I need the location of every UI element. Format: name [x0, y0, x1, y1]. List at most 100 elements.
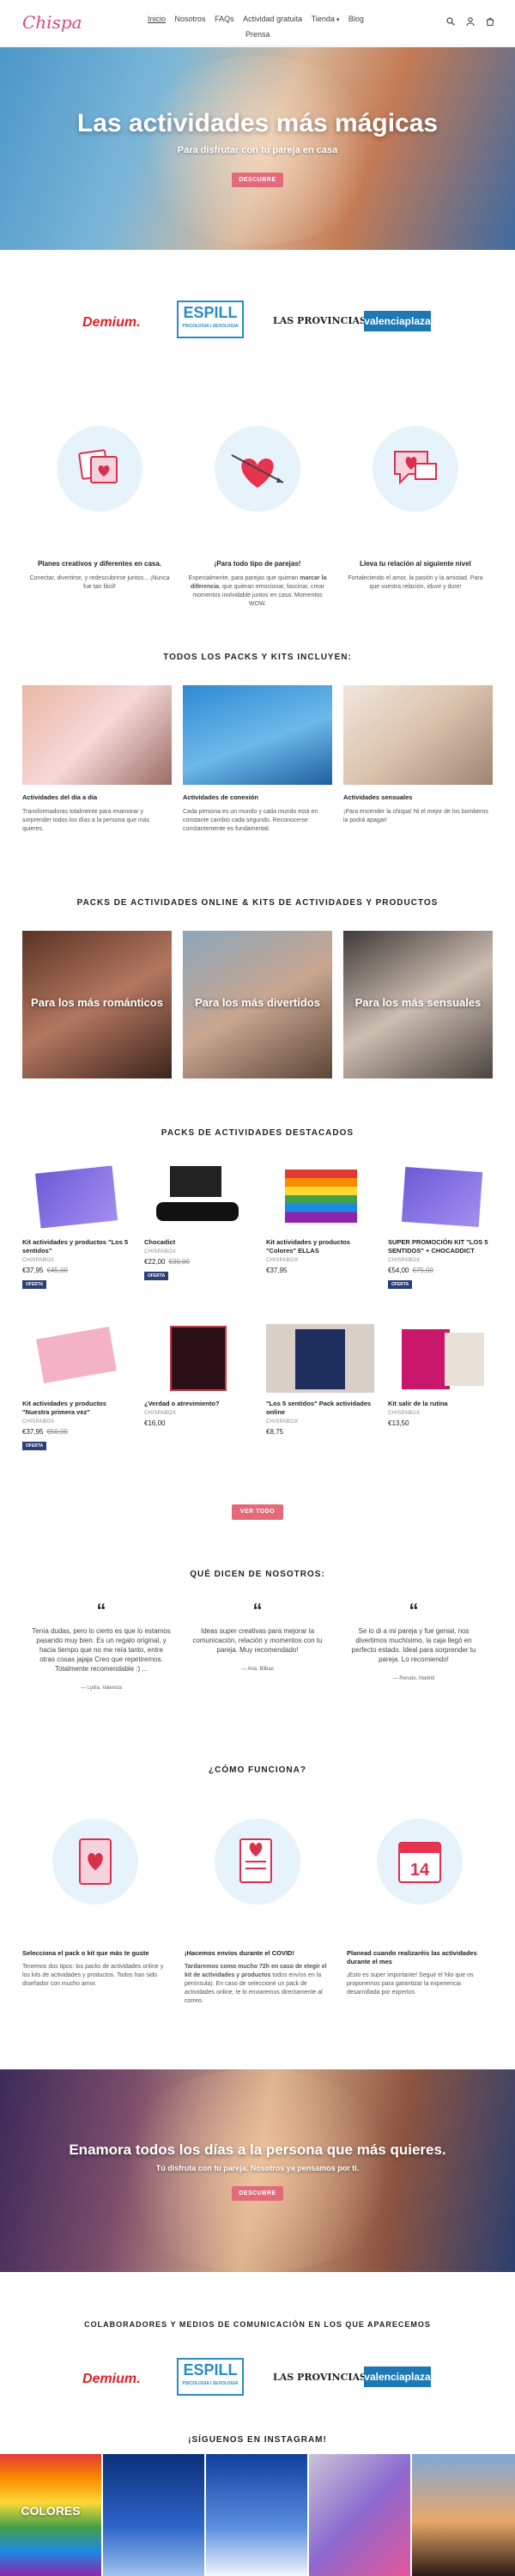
product-price: €54,00 €75,00	[388, 1267, 496, 1274]
product-card[interactable]: SUPER PROMOCIÓN KIT "LOS 5 SENTIDOS" + C…	[388, 1163, 496, 1290]
product-image	[144, 1163, 252, 1231]
testimonial-author: — Ana, Bilbao	[240, 1667, 275, 1672]
view-all-button[interactable]: VER TODO	[232, 1504, 283, 1520]
product-vendor: CHISPABOX	[266, 1419, 299, 1425]
include-title: Actividades de conexión	[183, 793, 258, 801]
instagram-post[interactable]: COLORES	[0, 2454, 101, 2576]
product-name: Kit actividades y productos "Nuestra pri…	[22, 1400, 106, 1416]
include-image	[343, 685, 493, 785]
main-nav: Inicio Nosotros FAQs Actividad gratuita …	[148, 12, 379, 41]
nav-item-prensa[interactable]: Prensa	[245, 27, 373, 41]
pack-label: Para los más románticos	[31, 996, 163, 1009]
search-icon[interactable]	[446, 17, 455, 28]
packs-online-title: PACKS DE ACTIVIDADES ONLINE & KITS DE AC…	[76, 898, 439, 908]
product-card[interactable]: Kit actividades y productos "Colores" EL…	[266, 1163, 374, 1274]
logo-las-provincias[interactable]: LAS PROVINCIAS	[273, 315, 367, 326]
instagram-post[interactable]	[206, 2454, 307, 2576]
pack-card-fun[interactable]: Para los más divertidos	[183, 931, 332, 1078]
product-name: Kit actividades y productos "Los 5 senti…	[22, 1238, 129, 1255]
product-price: €8,75	[266, 1428, 284, 1436]
promo-banner: Enamora todos los días a la persona que …	[0, 2069, 515, 2272]
product-price: €16,00	[144, 1419, 166, 1427]
feature-title: Lleva tu relación al siguiente nivel	[360, 560, 471, 568]
product-price: €37,95 €45,00	[22, 1267, 130, 1274]
pack-label: Para los más divertidos	[195, 996, 320, 1009]
banner-cta-button[interactable]: DESCUBRE	[232, 2186, 283, 2201]
product-image	[388, 1324, 496, 1393]
logo-espill-text: ESPILL	[183, 2361, 238, 2379]
nav-item-nosotros[interactable]: Nosotros	[175, 12, 206, 26]
product-card[interactable]: "Los 5 sentidos" Pack actividades online…	[266, 1324, 374, 1436]
product-sale-price: €37,95	[22, 1428, 44, 1436]
product-name: "Los 5 sentidos" Pack actividades online	[266, 1400, 372, 1416]
include-title: Actividades del día a día	[22, 793, 98, 801]
pack-label: Para los más sensuales	[354, 996, 482, 1009]
sale-badge: OFERTA	[22, 1442, 47, 1450]
include-text: Cada persona es un mundo y cada mundo es…	[183, 809, 318, 832]
testimonial-quote: Tenía dudas, pero lo cierto es que lo es…	[32, 1627, 171, 1673]
card-heart-illustration	[52, 1819, 138, 1905]
product-card[interactable]: Chocadict CHISPABOX €22,00 €30,00 OFERTA	[144, 1163, 252, 1281]
product-vendor: CHISPABOX	[22, 1419, 55, 1425]
featured-title: PACKS DE ACTIVIDADES DESTACADOS	[161, 1128, 354, 1138]
product-card[interactable]: ¿Verdad o atrevimiento? CHISPABOX €16,00	[144, 1324, 252, 1427]
product-vendor: CHISPABOX	[388, 1411, 421, 1416]
nav-item-tienda[interactable]: Tienda ▾	[312, 12, 340, 27]
nav-item-inicio[interactable]: Inicio	[148, 12, 166, 26]
include-item-connection: Actividades de conexión Cada persona es …	[183, 685, 332, 834]
logo-demium[interactable]: Demium.	[82, 2372, 141, 2387]
press-logos-top: Demium. ESPILL PSICOLOGIA I SEXOLOGIA LAS…	[0, 251, 515, 393]
nav-item-actividad-gratuita[interactable]: Actividad gratuita	[243, 12, 302, 26]
product-image	[388, 1163, 496, 1231]
how-step-title: ¡Hacemos envíos durante el COVID!	[185, 1949, 294, 1957]
product-vendor: CHISPABOX	[144, 1411, 177, 1416]
logo-las-provincias[interactable]: LAS PROVINCIAS	[273, 2372, 367, 2383]
hero-cta-button[interactable]: DESCUBRE	[232, 173, 283, 187]
logo-valencia-plaza[interactable]: valenciaplaza	[364, 311, 431, 331]
how-step: 14 Planead cuando realizaréis las activi…	[347, 1819, 493, 1997]
product-old-price: €50,00	[46, 1428, 68, 1436]
product-image	[22, 1163, 130, 1231]
quote-icon: “	[96, 1600, 106, 1621]
testimonial-card: “ Se lo di a mi pareja y fue genial, nos…	[343, 1601, 484, 1682]
logo-espill-tagline: PSICOLOGIA I SEXOLOGIA	[182, 2381, 239, 2386]
product-card[interactable]: Kit actividades y productos "Los 5 senti…	[22, 1163, 130, 1290]
logo-espill[interactable]: ESPILL PSICOLOGIA I SEXOLOGIA	[177, 2358, 244, 2396]
instagram-title: ¡SÍGUENOS EN INSTAGRAM!	[188, 2435, 327, 2445]
cart-icon[interactable]	[486, 17, 494, 28]
feature-text-start: Especialmente, para parejas que quieran	[188, 575, 300, 581]
product-card[interactable]: Kit actividades y productos "Nuestra pri…	[22, 1324, 130, 1451]
how-step: ¡Hacemos envíos durante el COVID! Tardar…	[185, 1819, 330, 2006]
user-icon[interactable]	[466, 17, 475, 28]
testimonials-title: QUÉ DICEN DE NOSOTROS:	[190, 1570, 325, 1579]
feature-next-level: Lleva tu relación al siguiente nivel For…	[345, 426, 486, 592]
nav-item-tienda-label: Tienda	[311, 15, 335, 23]
logo-espill[interactable]: ESPILL PSICOLOGIA I SEXOLOGIA	[177, 301, 244, 338]
product-sale-price: €22,00	[144, 1258, 166, 1266]
include-image	[22, 685, 172, 785]
include-image	[183, 685, 332, 785]
heart-arrow-illustration	[215, 426, 300, 512]
banner-subtitle: Tú disfruta con tu pareja. Nosotros ya p…	[155, 2164, 360, 2172]
instagram-post[interactable]	[412, 2454, 515, 2576]
how-step-title: Selecciona el pack o kit que más te gust…	[22, 1949, 149, 1957]
banner-title: Enamora todos los días a la persona que …	[69, 2142, 446, 2158]
instagram-post[interactable]	[309, 2454, 410, 2576]
testimonial-quote: Ideas super creativas para mejorar la co…	[192, 1627, 323, 1654]
how-step: Selecciona el pack o kit que más te gust…	[22, 1819, 168, 1989]
pack-card-romantic[interactable]: Para los más románticos	[22, 931, 172, 1078]
how-step-text: Tenemos dos tipos: los packs de activida…	[22, 1964, 164, 1987]
pack-card-sensual[interactable]: Para los más sensuales	[343, 931, 493, 1078]
nav-item-blog[interactable]: Blog	[348, 12, 364, 26]
instagram-post[interactable]	[103, 2454, 204, 2576]
include-title: Actividades sensuales	[343, 793, 413, 801]
nav-item-faqs[interactable]: FAQs	[215, 12, 234, 26]
product-vendor: CHISPABOX	[22, 1258, 55, 1263]
logo-valencia-plaza[interactable]: valenciaplaza	[364, 2366, 431, 2387]
feature-creative-plans: Planes creativos y diferentes en casa. C…	[29, 426, 170, 592]
product-card[interactable]: Kit salir de la rutina CHISPABOX €13,50	[388, 1324, 496, 1427]
how-step-text: ¡Esto es super importante! Seguir el hil…	[347, 1972, 474, 1996]
logo-demium[interactable]: Demium.	[82, 315, 141, 331]
press-logos-bottom: Demium. ESPILL PSICOLOGIA I SEXOLOGIA LAS…	[0, 2318, 515, 2430]
site-logo[interactable]: Chispa	[22, 12, 82, 33]
